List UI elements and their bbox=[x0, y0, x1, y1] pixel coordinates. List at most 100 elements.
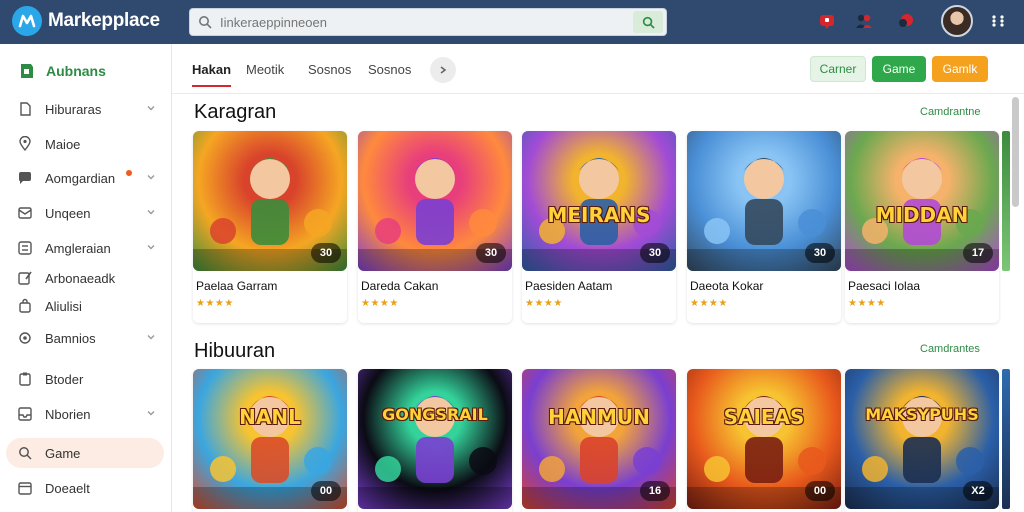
sidebar-item-label: Aliulisi bbox=[45, 299, 82, 314]
game-title: Paesiden Aatam bbox=[525, 279, 613, 293]
sidebar-item-4[interactable]: Amgleraian bbox=[6, 233, 164, 263]
location-icon bbox=[19, 136, 31, 152]
game-logo-text: MIDDAN bbox=[875, 203, 969, 227]
sidebar: Aubnans Hiburaras Maioe Aomgardian Unqeen Am… bbox=[0, 44, 172, 512]
category-tabs: Hakan Meotik Sosnos Sosnos Carner Game G… bbox=[172, 44, 1024, 94]
chevron-down-icon[interactable] bbox=[146, 207, 156, 217]
user-avatar[interactable] bbox=[941, 5, 973, 37]
game-character-art bbox=[358, 396, 512, 509]
tab-2[interactable]: Sosnos bbox=[308, 62, 351, 77]
sidebar-item-1[interactable]: Maioe bbox=[6, 129, 164, 159]
search-bar bbox=[189, 8, 667, 36]
sidebar-item-11[interactable]: Doeaelt bbox=[6, 473, 164, 503]
age-rating-badge: 00 bbox=[311, 481, 341, 501]
sidebar-item-label: Hiburaras bbox=[45, 102, 102, 117]
game-title: Paesaci Iolaa bbox=[848, 279, 921, 293]
inbox-icon bbox=[18, 407, 32, 421]
game-logo-text: GONGSRAIL bbox=[382, 405, 488, 424]
sidebar-item-9[interactable]: Nborien bbox=[6, 399, 164, 429]
store-icon bbox=[21, 64, 33, 78]
sidebar-item-8[interactable]: Btoder bbox=[6, 364, 164, 394]
sidebar-item-0[interactable]: Hiburaras bbox=[6, 94, 164, 124]
search-icon bbox=[642, 16, 655, 29]
chevron-down-icon[interactable] bbox=[146, 103, 156, 113]
filter-orange-button[interactable]: Gamlk bbox=[932, 56, 988, 82]
sidebar-item-label: Bamnios bbox=[45, 331, 96, 346]
sidebar-item-10[interactable]: Game bbox=[6, 438, 164, 468]
game-logo-text: NANL bbox=[239, 405, 301, 429]
game-card[interactable]: 30 Dareda Cakan ★★★★ bbox=[358, 131, 512, 323]
age-rating-badge: 30 bbox=[311, 243, 341, 263]
game-card[interactable]: 30 Paelaa Garram ★★★★ bbox=[193, 131, 347, 323]
see-all-link-0[interactable]: Camdrantne bbox=[920, 106, 981, 118]
search-icon bbox=[19, 447, 32, 460]
scrollbar[interactable] bbox=[1012, 97, 1019, 207]
filter-green-button[interactable]: Game bbox=[872, 56, 926, 82]
sidebar-item-label: Unqeen bbox=[45, 206, 91, 221]
apps-grid-icon[interactable] bbox=[987, 10, 1009, 32]
age-rating-badge: 16 bbox=[640, 481, 670, 501]
chevron-down-icon[interactable] bbox=[146, 172, 156, 182]
edit-icon bbox=[18, 271, 32, 285]
tab-1[interactable]: Meotik bbox=[246, 62, 284, 77]
game-card[interactable]: MIDDAN 17 Paesaci Iolaa ★★★★ bbox=[845, 131, 999, 323]
game-logo-text: SAIEAS bbox=[723, 405, 805, 429]
rating-stars: ★★★★ bbox=[361, 298, 399, 309]
chat-icon bbox=[19, 172, 31, 184]
game-card[interactable]: MEIRANS 30 Paesiden Aatam ★★★★ bbox=[522, 131, 676, 323]
chevron-down-icon[interactable] bbox=[146, 332, 156, 342]
mail-icon bbox=[18, 207, 32, 219]
tabs-more-button[interactable] bbox=[430, 57, 456, 83]
sidebar-item-5[interactable]: Arbonaeadk bbox=[6, 263, 164, 293]
sidebar-header[interactable]: Aubnans bbox=[18, 62, 106, 80]
age-rating-badge: X2 bbox=[963, 481, 993, 501]
filter-light-button[interactable]: Carner bbox=[810, 56, 866, 82]
game-thumbnail[interactable]: GONGSRAIL bbox=[358, 369, 512, 509]
tab-0[interactable]: Hakan bbox=[192, 62, 232, 87]
chevron-right-icon bbox=[440, 66, 447, 74]
game-card[interactable]: SAIEAS00Saeoia Bonos bbox=[687, 369, 841, 512]
settings-icon bbox=[19, 332, 31, 344]
game-card[interactable]: NANL00Floaria Gue bbox=[193, 369, 347, 512]
game-card[interactable]: 30 Daeota Kokar ★★★★ bbox=[687, 131, 841, 323]
sidebar-header-label: Aubnans bbox=[46, 63, 106, 79]
chevron-down-icon[interactable] bbox=[146, 408, 156, 418]
notification-icon[interactable] bbox=[816, 10, 838, 32]
list-icon bbox=[18, 241, 32, 255]
next-card-peek bbox=[1002, 131, 1010, 271]
sidebar-item-label: Btoder bbox=[45, 372, 84, 387]
age-rating-badge: 30 bbox=[805, 243, 835, 263]
game-card[interactable]: GONGSRAILBaide Ioiuo bbox=[358, 369, 512, 512]
rating-stars: ★★★★ bbox=[848, 298, 886, 309]
sidebar-item-2[interactable]: Aomgardian bbox=[6, 163, 164, 193]
sidebar-item-label: Game bbox=[45, 446, 81, 461]
sidebar-item-label: Amgleraian bbox=[45, 241, 111, 256]
game-title: Paelaa Garram bbox=[196, 279, 278, 293]
top-bar: Markepplace bbox=[0, 0, 1024, 44]
app-brand[interactable]: Markepplace bbox=[48, 10, 160, 32]
sidebar-item-6[interactable]: Aliulisi bbox=[6, 291, 164, 321]
game-card[interactable]: HANMUN16Pnoela Cfier bbox=[522, 369, 676, 512]
age-rating-badge: 30 bbox=[476, 243, 506, 263]
tab-3[interactable]: Sosnos bbox=[368, 62, 411, 77]
chevron-down-icon[interactable] bbox=[146, 242, 156, 252]
people-icon[interactable] bbox=[853, 10, 875, 32]
search-button[interactable] bbox=[633, 11, 663, 33]
bag-icon bbox=[19, 298, 31, 313]
rating-stars: ★★★★ bbox=[525, 298, 563, 309]
sidebar-item-label: Aomgardian bbox=[45, 171, 116, 186]
calendar-icon bbox=[18, 482, 32, 495]
next-card-peek bbox=[1002, 369, 1010, 509]
sidebar-item-7[interactable]: Bamnios bbox=[6, 323, 164, 353]
game-title: Dareda Cakan bbox=[361, 279, 439, 293]
sidebar-item-3[interactable]: Unqeen bbox=[6, 198, 164, 228]
game-logo-text: HANMUN bbox=[548, 405, 650, 429]
game-card[interactable]: MAKSYPUHSX2Soeoat Iares bbox=[845, 369, 999, 512]
search-input[interactable] bbox=[220, 13, 620, 31]
app-logo-icon[interactable] bbox=[12, 6, 42, 36]
section-title-0: Karagran bbox=[194, 101, 277, 123]
rating-stars: ★★★★ bbox=[690, 298, 728, 309]
search-icon bbox=[199, 16, 212, 29]
see-all-link-1[interactable]: Camdrantes bbox=[920, 343, 980, 355]
message-icon[interactable] bbox=[895, 10, 917, 32]
